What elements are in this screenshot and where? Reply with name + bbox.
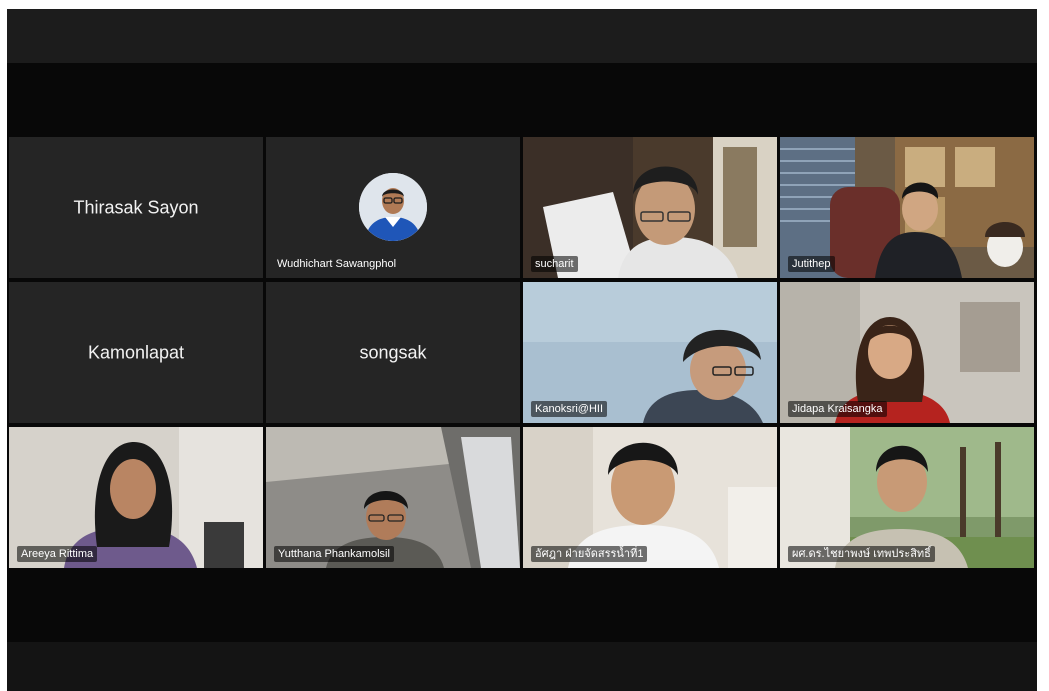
participant-tile-jidapa-kraisangka[interactable]: Jidapa Kraisangka — [780, 282, 1034, 423]
participant-tile-songsak[interactable]: songsak — [266, 282, 520, 423]
participant-name: sucharit — [531, 256, 578, 272]
top-bar — [7, 9, 1037, 63]
participant-tile-sucharit[interactable]: sucharit — [523, 137, 777, 278]
video-grid: Thirasak Sayon Wudhichart Sawangphol suc… — [9, 137, 1037, 569]
participant-name: Areeya Rittima — [17, 546, 98, 562]
participant-name: Thirasak Sayon — [73, 197, 199, 217]
meeting-window: Thirasak Sayon Wudhichart Sawangphol suc… — [7, 9, 1037, 691]
participant-name: Jidapa Kraisangka — [788, 401, 887, 417]
participant-tile-areeya-rittima[interactable]: Areeya Rittima — [9, 427, 263, 568]
participant-tile-thirasak-sayon[interactable]: Thirasak Sayon — [9, 137, 263, 278]
bottom-bar — [7, 642, 1037, 691]
participant-tile-assada[interactable]: อัศฎา ฝ่ายจัดสรรน้ำที่1 — [523, 427, 777, 568]
participant-name: Yutthana Phankamolsil — [274, 546, 394, 562]
participant-name: Kamonlapat — [87, 342, 185, 362]
participant-name: Wudhichart Sawangphol — [277, 258, 397, 270]
participant-tile-jutithep[interactable]: Jutithep — [780, 137, 1034, 278]
participant-tile-wudhichart-sawangphol[interactable]: Wudhichart Sawangphol — [266, 137, 520, 278]
participant-name: Kanoksri@HII — [531, 401, 608, 417]
participant-name: songsak — [359, 342, 427, 362]
person-avatar-icon — [359, 173, 427, 241]
participant-tile-yutthana-phankamolsil[interactable]: Yutthana Phankamolsil — [266, 427, 520, 568]
participant-tile-kamonlapat[interactable]: Kamonlapat — [9, 282, 263, 423]
participant-tile-chaiyapong[interactable]: ผศ.ดร.ไชยาพงษ์ เทพประสิทธิ์ — [780, 427, 1034, 568]
participant-name: Jutithep — [788, 256, 835, 272]
participant-tile-kanoksri[interactable]: Kanoksri@HII — [523, 282, 777, 423]
participant-name: ผศ.ดร.ไชยาพงษ์ เทพประสิทธิ์ — [788, 546, 935, 562]
participant-name: อัศฎา ฝ่ายจัดสรรน้ำที่1 — [531, 546, 648, 562]
